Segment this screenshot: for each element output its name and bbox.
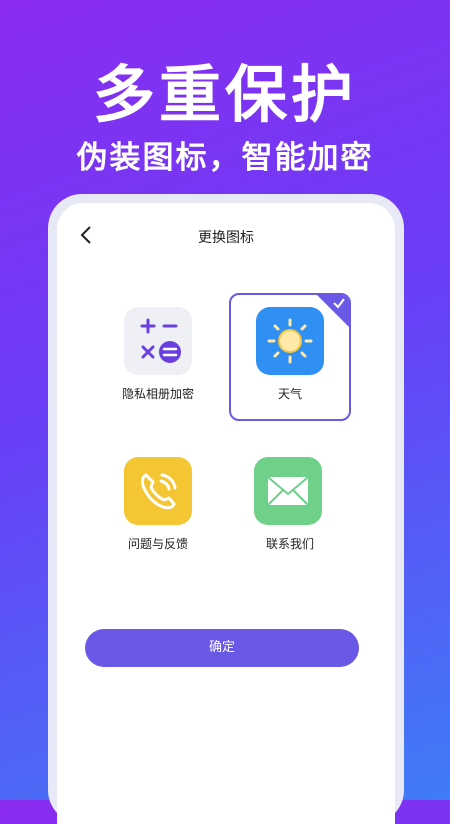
icon-option-weather[interactable]: 天气 [229,293,351,421]
icon-option-label: 天气 [277,387,302,401]
mail-envelope-icon [254,457,322,525]
confirm-button[interactable]: 确定 [85,629,359,667]
calculator-icon [124,307,192,375]
promo-subheadline: 伪装图标，智能加密 [76,140,374,176]
phone-screen: 更换图标 隐私相册加密 天气 问题与反馈 联系我们 确定 [57,203,395,824]
icon-option-contact[interactable]: 联系我们 [229,451,351,579]
weather-sun-icon [256,307,324,375]
phone-frame: 更换图标 隐私相册加密 天气 问题与反馈 联系我们 确定 [48,194,404,824]
icon-option-label: 问题与反馈 [127,537,188,551]
icon-option-feedback[interactable]: 问题与反馈 [97,451,219,579]
phone-call-icon [124,457,192,525]
promo-headline: 多重保护 [92,58,357,131]
top-bar: 更换图标 [57,203,395,263]
page-title: 更换图标 [198,230,254,246]
icon-option-label: 联系我们 [265,537,314,551]
icon-option-calculator[interactable]: 隐私相册加密 [97,295,219,423]
icon-option-label: 隐私相册加密 [121,387,194,401]
checkmark-icon [332,296,346,313]
